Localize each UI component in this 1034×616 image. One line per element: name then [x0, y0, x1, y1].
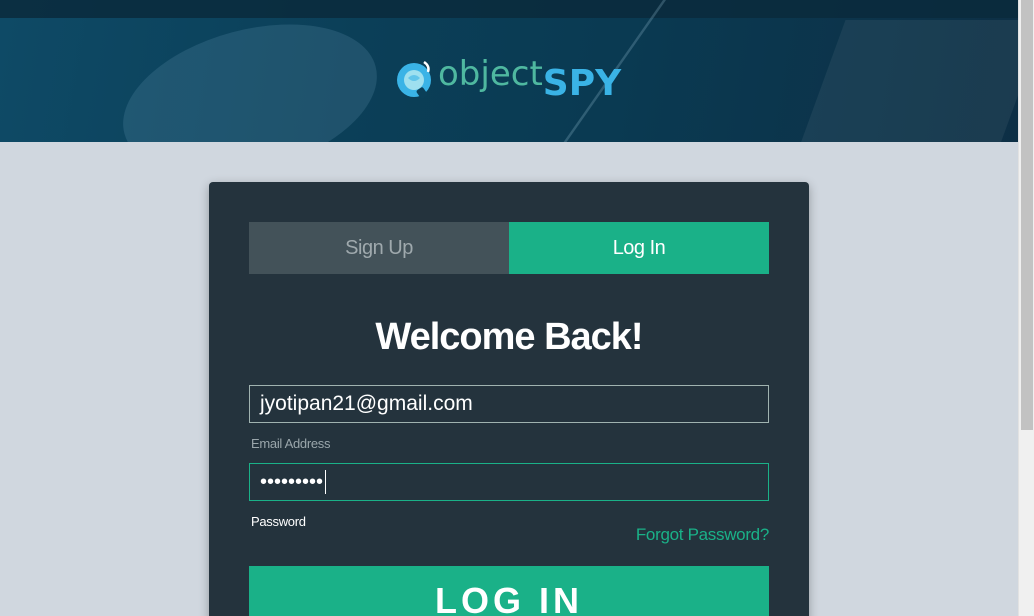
logo-text-spy: SPY: [542, 63, 622, 104]
email-field[interactable]: jyotipan21@gmail.com: [249, 385, 769, 423]
header-banner: object SPY: [0, 0, 1018, 142]
email-label: Email Address: [251, 436, 331, 451]
login-button[interactable]: LOG IN: [249, 566, 769, 616]
email-value: jyotipan21@gmail.com: [260, 392, 473, 415]
scrollbar-thumb[interactable]: [1021, 0, 1033, 430]
text-caret: [325, 470, 327, 494]
banner-background-shape: [106, 0, 394, 142]
magnifier-globe-icon: [394, 58, 434, 99]
tab-sign-up[interactable]: Sign Up: [249, 222, 509, 274]
login-card: Sign Up Log In Welcome Back! jyotipan21@…: [209, 182, 809, 616]
page-title: Welcome Back!: [375, 316, 643, 358]
password-value: •••••••••: [260, 471, 324, 493]
logo-text-object: object: [438, 54, 543, 94]
auth-tabs: Sign Up Log In: [249, 222, 769, 274]
password-field[interactable]: •••••••••: [249, 463, 769, 501]
vertical-scrollbar[interactable]: [1018, 0, 1034, 616]
forgot-password-link[interactable]: Forgot Password?: [636, 525, 769, 545]
password-label: Password: [251, 514, 306, 529]
tab-log-in[interactable]: Log In: [509, 222, 769, 274]
objectspy-logo[interactable]: object SPY: [394, 54, 622, 106]
